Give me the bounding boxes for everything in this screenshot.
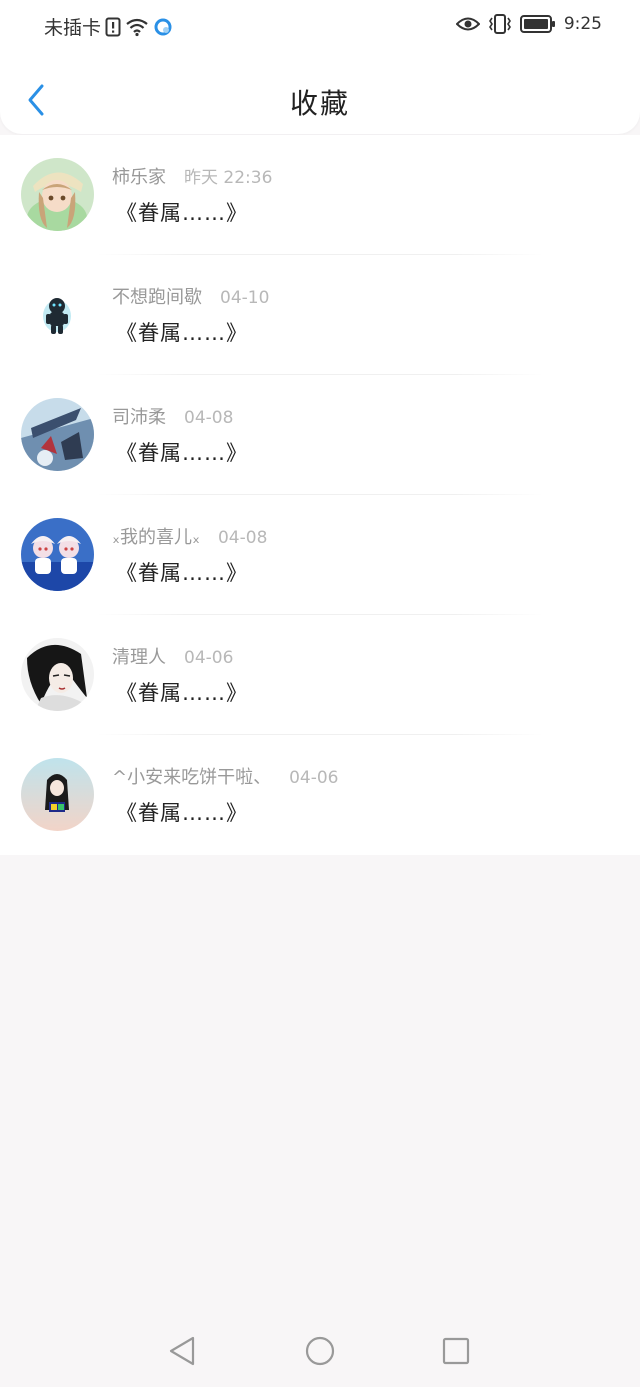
avatar[interactable] [21, 518, 94, 591]
item-content: 《眷属……》 [116, 681, 248, 705]
list-item[interactable]: 司沛柔 04-08 《眷属……》 [0, 375, 640, 495]
item-content: 《眷属……》 [116, 441, 248, 465]
item-username[interactable]: 不想跑间歇 [112, 283, 202, 309]
item-meta: 不想跑间歇 04-10 [112, 283, 269, 309]
item-meta: 清理人 04-06 [112, 643, 233, 669]
item-meta: ^小安来吃饼干啦、 04-06 [112, 763, 339, 789]
list-item[interactable]: 不想跑间歇 04-10 《眷属……》 [0, 255, 640, 375]
triangle-back-icon [167, 1335, 197, 1367]
list-item[interactable]: 清理人 04-06 《眷属……》 [0, 615, 640, 735]
avatar[interactable] [21, 638, 94, 711]
item-username[interactable]: 清理人 [112, 643, 166, 669]
sync-icon [153, 17, 173, 37]
header: 未插卡 9:25 收藏 [0, 0, 640, 134]
item-username[interactable]: 司沛柔 [112, 403, 166, 429]
item-time: 04-10 [220, 288, 270, 308]
page-title: 收藏 [289, 87, 350, 120]
system-nav-bar [0, 1315, 640, 1387]
circle-home-icon [304, 1335, 336, 1367]
favorites-screen: 未插卡 9:25 收藏 柿乐家 昨天 22:36 《眷属……》 不想跑间歇 04… [0, 0, 640, 1387]
item-time: 04-06 [289, 768, 339, 788]
item-meta: ₓ我的喜儿ₓ 04-08 [112, 523, 267, 549]
status-right: 9:25 [455, 13, 602, 35]
item-time: 04-08 [217, 528, 268, 548]
nav-back-button[interactable] [164, 1333, 200, 1369]
item-time: 04-06 [184, 648, 234, 668]
item-time: 昨天 22:36 [184, 168, 273, 188]
avatar[interactable] [21, 158, 94, 231]
list-item[interactable]: ₓ我的喜儿ₓ 04-08 《眷属……》 [0, 495, 640, 615]
item-content: 《眷属……》 [116, 801, 248, 825]
item-username[interactable]: 柿乐家 [112, 163, 166, 189]
item-time: 04-08 [184, 408, 234, 428]
sim-alert-icon [105, 17, 121, 37]
status-bar: 未插卡 9:25 [0, 0, 640, 52]
item-username[interactable]: ^小安来吃饼干啦、 [112, 763, 271, 789]
avatar[interactable] [21, 758, 94, 831]
nav-bar: 收藏 [0, 64, 640, 134]
list-item[interactable]: ^小安来吃饼干啦、 04-06 《眷属……》 [0, 735, 640, 855]
status-left: 未插卡 [44, 13, 173, 40]
eye-icon [455, 16, 480, 32]
item-meta: 柿乐家 昨天 22:36 [112, 163, 272, 189]
vibrate-icon [488, 13, 512, 35]
nav-recents-button[interactable] [438, 1333, 474, 1369]
item-username[interactable]: ₓ我的喜儿ₓ [112, 523, 200, 549]
favorites-list: 柿乐家 昨天 22:36 《眷属……》 不想跑间歇 04-10 《眷属……》 司… [0, 135, 640, 855]
carrier-label: 未插卡 [44, 17, 102, 39]
avatar[interactable] [21, 398, 94, 471]
avatar[interactable] [21, 278, 94, 351]
battery-icon [519, 14, 556, 34]
item-content: 《眷属……》 [116, 201, 248, 225]
square-recents-icon [441, 1336, 471, 1366]
wifi-icon [125, 17, 149, 37]
clock: 9:25 [563, 14, 602, 34]
nav-home-button[interactable] [302, 1333, 338, 1369]
item-content: 《眷属……》 [116, 321, 248, 345]
item-content: 《眷属……》 [116, 561, 248, 585]
list-item[interactable]: 柿乐家 昨天 22:36 《眷属……》 [0, 135, 640, 255]
item-meta: 司沛柔 04-08 [112, 403, 233, 429]
